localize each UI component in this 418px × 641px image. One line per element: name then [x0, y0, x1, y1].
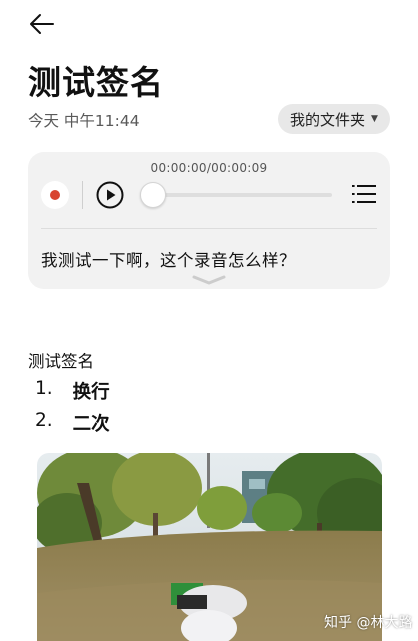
back-button[interactable]: [28, 10, 56, 38]
expand-button[interactable]: [192, 271, 226, 285]
note-date: 今天 中午11:44: [28, 112, 140, 130]
play-icon: [96, 181, 124, 209]
content-heading: 测试签名: [28, 352, 94, 371]
list-icon: [352, 185, 376, 203]
audio-progress-track[interactable]: [152, 193, 332, 197]
control-divider: [82, 181, 83, 209]
note-detail-screen: 测试签名 今天 中午11:44 我的文件夹 ▼ 00:00:00/00:00:0…: [0, 0, 418, 641]
folder-selector[interactable]: 我的文件夹 ▼: [278, 104, 390, 134]
watermark: 知乎 @林大路: [324, 615, 413, 631]
list-item: 2. 二次: [35, 410, 110, 436]
folder-label: 我的文件夹: [290, 110, 366, 129]
card-divider: [41, 228, 377, 229]
recording-list-button[interactable]: [351, 182, 377, 208]
audio-progress-thumb[interactable]: [140, 182, 166, 208]
record-button[interactable]: [41, 181, 69, 209]
audio-time-display: 00:00:00/00:00:09: [150, 161, 268, 175]
record-dot-icon: [50, 190, 60, 200]
list-number: 2.: [35, 410, 53, 431]
list-text: 二次: [72, 414, 110, 435]
chevron-down-icon: [192, 275, 226, 285]
list-item: 1. 换行: [35, 378, 110, 404]
list-number: 1.: [35, 378, 53, 399]
list-text: 换行: [72, 382, 110, 403]
play-button[interactable]: [95, 180, 125, 210]
audio-transcript: 我测试一下啊，这个录音怎么样？: [41, 251, 296, 270]
caret-down-icon: ▼: [371, 114, 378, 124]
back-arrow-icon: [30, 14, 54, 34]
audio-recording-card: 00:00:00/00:00:09 我测试一下啊，这个录音怎么样？: [28, 152, 390, 289]
note-title: 测试签名: [28, 63, 164, 102]
